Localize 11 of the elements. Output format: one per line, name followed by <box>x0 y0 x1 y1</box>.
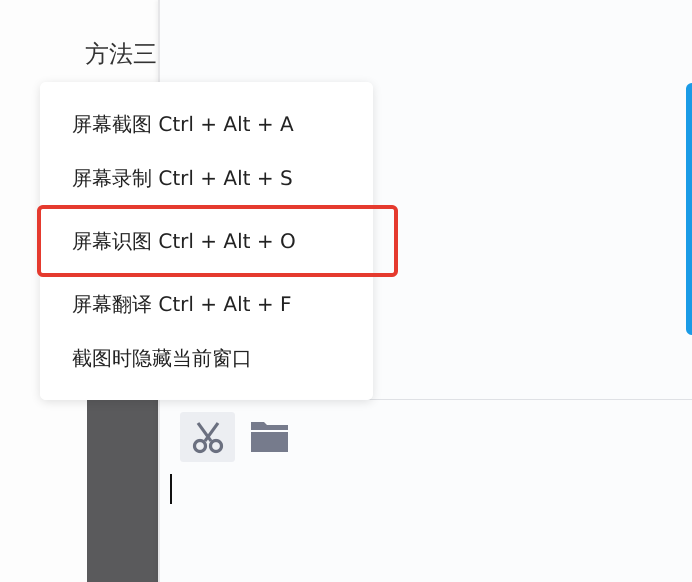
heading: 方法三 <box>85 39 158 70</box>
folder-icon <box>250 422 288 452</box>
menu-item[interactable]: 屏幕截图 Ctrl + Alt + A <box>40 97 373 151</box>
text-cursor <box>170 474 172 504</box>
menu-item[interactable]: 屏幕识图 Ctrl + Alt + O <box>37 205 398 277</box>
menu-item[interactable]: 屏幕翻译 Ctrl + Alt + F <box>40 277 373 331</box>
menu-item[interactable]: 截图时隐藏当前窗口 <box>40 331 373 385</box>
menu-item[interactable]: 屏幕录制 Ctrl + Alt + S <box>40 151 373 205</box>
scissors-icon <box>190 420 224 454</box>
scrollbar-handle[interactable] <box>686 83 692 335</box>
scissors-button[interactable] <box>180 412 235 462</box>
